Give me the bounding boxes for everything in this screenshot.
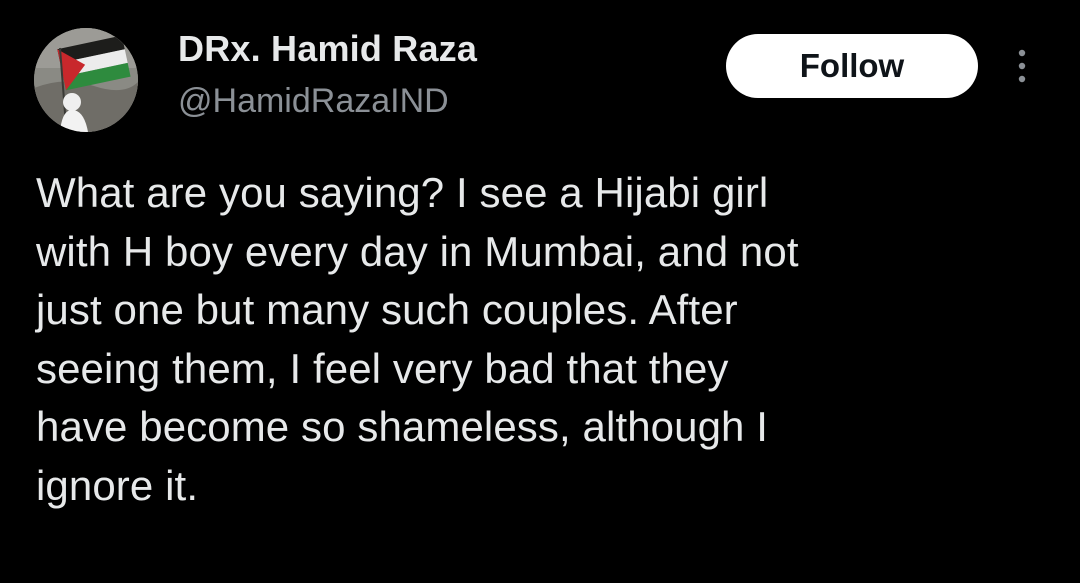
more-options-icon[interactable] (1012, 46, 1032, 86)
author-handle[interactable]: @HamidRazaIND (178, 82, 449, 121)
avatar[interactable] (34, 28, 138, 132)
follow-button[interactable]: Follow (726, 34, 978, 98)
tweet-card: DRx. Hamid Raza @HamidRazaIND Follow Wha… (0, 0, 1080, 583)
avatar-image (34, 28, 138, 132)
author-display-name[interactable]: DRx. Hamid Raza (178, 28, 477, 70)
tweet-text: What are you saying? I see a Hijabi girl… (36, 169, 799, 509)
